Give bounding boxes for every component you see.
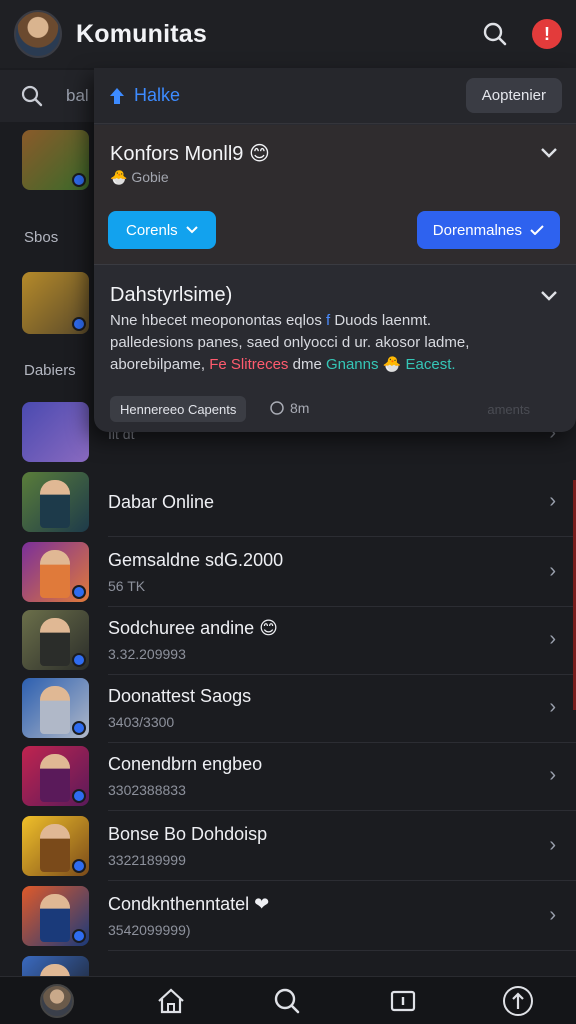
section-description: Nne hbecet meoponontas eqlos f Duods lae… (110, 312, 470, 373)
list-item[interactable]: Gemsaldne sdG.2000 56 TK › (0, 538, 576, 606)
accept-button[interactable]: Aoptenier (465, 78, 562, 113)
arrow-up-icon (110, 87, 124, 104)
game-thumbnail (22, 816, 89, 876)
game-thumbnail (22, 886, 89, 946)
list-item[interactable]: Sodchuree andine 😊 3.32.209993 › (0, 606, 576, 674)
section-title: Konfors Monll9 😊 (110, 143, 270, 165)
alert-icon[interactable]: ! (532, 19, 562, 49)
check-icon (530, 225, 544, 235)
list-item[interactable]: Dabar Online › (0, 468, 576, 536)
app-header: Komunitas ! (0, 0, 576, 68)
contents-button-label: Corenls (126, 221, 178, 239)
tag-chip[interactable]: Hennereeo Capents (110, 396, 247, 422)
back-link-label: Halke (134, 85, 181, 105)
game-thumbnail (22, 610, 89, 670)
chevron-right-icon: › (549, 490, 556, 512)
panel-section-2: Dahstyrlsime) Nne hbecet meoponontas eql… (94, 266, 576, 432)
verified-badge-icon (72, 929, 86, 943)
list-item-subtitle: 3542099999) (108, 922, 191, 938)
chevron-right-icon: › (549, 834, 556, 856)
section-title: Dahstyrlsime) (110, 284, 233, 306)
contents-button[interactable]: Corenls (108, 211, 216, 249)
list-item[interactable]: Doonattest Saogs 3403/3300 › (0, 674, 576, 742)
chevron-right-icon: › (549, 696, 556, 718)
verified-badge-icon (72, 721, 86, 735)
character-figure (40, 686, 70, 734)
list-item-title: Doonattest Saogs (108, 686, 252, 706)
character-figure (40, 894, 70, 942)
profile-avatar[interactable] (14, 10, 62, 58)
chevron-right-icon: › (549, 628, 556, 650)
chevron-right-icon: › (549, 904, 556, 926)
behind-row-3[interactable] (22, 402, 89, 462)
character-figure (40, 550, 70, 598)
timestamp: 8m (270, 400, 309, 416)
list-item-subtitle: 56 TK (108, 578, 146, 594)
filter-label[interactable]: Sbos (24, 229, 58, 246)
list-item-title: Conendbrn engbeo (108, 754, 263, 774)
list-item-title: Dabar Online (108, 492, 215, 512)
verified-badge-icon (72, 859, 86, 873)
chevron-down-icon[interactable] (540, 143, 558, 164)
list-item-title: Bonse Bo Dohdoisp (108, 824, 268, 844)
verified-badge-icon (72, 173, 86, 187)
list-item-subtitle: 3.32.209993 (108, 646, 186, 662)
list-item-subtitle: 3322189999 (108, 852, 186, 868)
documents-button-label: Dorenmalnes (432, 221, 522, 239)
clock-icon (270, 401, 284, 415)
search-text: bal (66, 86, 89, 105)
character-figure (40, 480, 70, 528)
filter-label[interactable]: Dabiers (24, 362, 76, 379)
behind-row-1[interactable] (22, 130, 89, 190)
game-thumbnail (22, 746, 89, 806)
verified-badge-icon (72, 789, 86, 803)
verified-badge-icon (72, 653, 86, 667)
list-divider (108, 880, 576, 881)
search-icon[interactable] (480, 19, 510, 49)
list-item-title: Sodchuree andine 😊 (108, 618, 278, 638)
game-thumbnail (22, 472, 89, 532)
behind-row-2[interactable] (22, 272, 89, 334)
tv-icon[interactable] (385, 983, 421, 1019)
game-thumbnail (22, 542, 89, 602)
list-item[interactable]: Bonse Bo Dohdoisp 3322189999 › (0, 812, 576, 880)
verified-badge-icon (72, 317, 86, 331)
community-panel: Halke Aoptenier Konfors Monll9 😊 🐣 Gobie… (94, 68, 576, 432)
list-item-subtitle: 3302388833 (108, 782, 186, 798)
chevron-right-icon: › (549, 764, 556, 786)
list-divider (108, 536, 576, 537)
character-figure (40, 618, 70, 666)
chevron-down-icon[interactable] (540, 286, 558, 307)
page-title: Komunitas (76, 19, 207, 48)
upload-icon[interactable] (500, 983, 536, 1019)
list-item-title: Gemsaldne sdG.2000 (108, 550, 284, 570)
search-icon[interactable] (269, 983, 305, 1019)
list-divider (108, 810, 576, 811)
list-divider (108, 950, 576, 951)
chevron-right-icon: › (549, 560, 556, 582)
panel-toolbar: Halke Aoptenier (94, 68, 576, 124)
character-figure (40, 824, 70, 872)
nav-profile-avatar[interactable] (39, 983, 74, 1018)
list-item-subtitle: 3403/3300 (108, 714, 175, 730)
list-item[interactable]: Conendbrn engbeo 3302388833 › (0, 742, 576, 810)
chevron-down-icon (185, 226, 198, 234)
faded-label: aments (487, 402, 530, 417)
bottom-nav (0, 976, 576, 1024)
verified-badge-icon (72, 585, 86, 599)
back-link[interactable]: Halke (108, 85, 180, 106)
panel-section-1: Konfors Monll9 😊 🐣 Gobie Corenls Dorenma… (94, 125, 576, 265)
game-thumbnail (22, 678, 89, 738)
section-subtitle: 🐣 Gobie (110, 169, 169, 185)
list-item-title: Condknthenntatel ❤ (108, 894, 270, 914)
list-item[interactable]: Condknthenntatel ❤ 3542099999) › (0, 882, 576, 950)
character-figure (40, 754, 70, 802)
home-icon[interactable] (153, 983, 189, 1019)
documents-button[interactable]: Dorenmalnes (416, 211, 560, 249)
search-icon (21, 85, 43, 107)
